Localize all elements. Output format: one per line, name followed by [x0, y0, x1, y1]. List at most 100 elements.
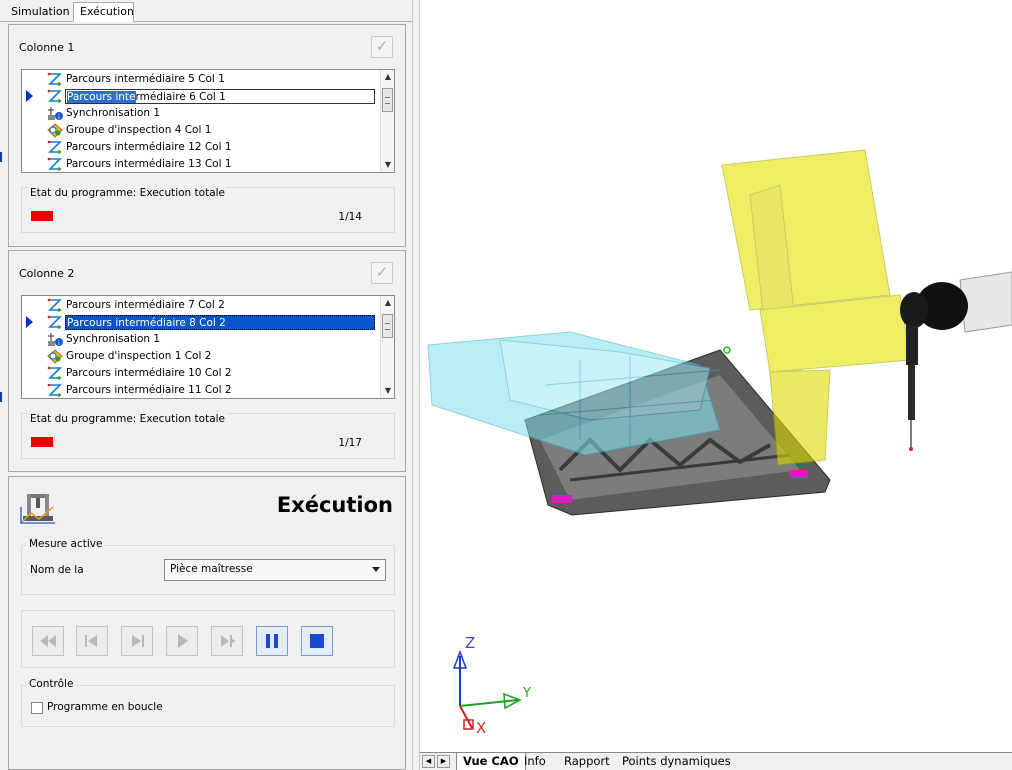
rewind-icon: [40, 635, 56, 647]
name-label: Nom de la: [30, 564, 84, 576]
active-measure-fieldset: Mesure active Nom de la Pièce maîtresse: [21, 538, 395, 595]
list-item[interactable]: i Synchronisation 1: [22, 331, 382, 348]
edge-marker: [0, 392, 2, 402]
pause-button[interactable]: [256, 626, 288, 656]
list-item[interactable]: Parcours intermédiaire 13 Col 1: [22, 156, 382, 172]
stop-button[interactable]: [301, 626, 333, 656]
inspection-group-icon: [47, 123, 63, 138]
scroll-down-icon[interactable]: ▼: [381, 158, 394, 172]
status-indicator: [31, 437, 53, 447]
path-icon: [47, 315, 62, 329]
column-1-step-list[interactable]: Parcours intermédiaire 5 Col 1 Parcours …: [21, 69, 395, 173]
list-scrollbar[interactable]: ▲ ▼: [380, 70, 394, 172]
list-item-current[interactable]: Parcours intermédiaire 8 Col 2: [22, 314, 382, 331]
scroll-up-icon[interactable]: ▲: [381, 70, 394, 84]
list-item-label: Parcours intermédiaire 12 Col 1: [66, 141, 232, 153]
execution-group: Exécution Mesure active Nom de la Pièce …: [8, 476, 406, 770]
scroll-up-icon[interactable]: ▲: [381, 296, 394, 310]
workpiece-model: [427, 331, 721, 456]
stop-icon: [310, 634, 324, 648]
axis-z-label: Z: [465, 634, 475, 652]
next-step-button[interactable]: [121, 626, 153, 656]
tab-points-dynamiques[interactable]: Points dynamiques: [616, 753, 737, 770]
list-item-label: Groupe d'inspection 4 Col 1: [66, 124, 212, 136]
edge-marker: [0, 152, 2, 162]
left-panel: Simulation Exécution Colonne 1 ✓ Parcour…: [0, 0, 412, 770]
scroll-thumb[interactable]: [382, 314, 393, 338]
sync-icon: i: [48, 333, 63, 347]
list-item[interactable]: Groupe d'inspection 4 Col 1: [22, 122, 382, 139]
cad-viewport[interactable]: Z Y X: [420, 0, 1012, 752]
tab-info[interactable]: Info: [518, 753, 552, 770]
axis-x-label: X: [476, 719, 486, 737]
chevron-down-icon: [372, 567, 380, 572]
scroll-down-icon[interactable]: ▼: [381, 384, 394, 398]
measure-name-value: Pièce maîtresse: [170, 563, 253, 575]
list-item-label: Parcours intermédiaire 11 Col 2: [66, 384, 232, 396]
control-legend: Contrôle: [26, 678, 77, 690]
scroll-thumb[interactable]: [382, 88, 393, 112]
list-item-label-rest: rmédiaire 6 Col 1: [135, 91, 226, 103]
check-icon: ✓: [375, 37, 389, 55]
list-item[interactable]: i Synchronisation 1: [22, 105, 382, 122]
tab-vue-cao[interactable]: Vue CAO: [456, 753, 526, 770]
active-measure-legend: Mesure active: [26, 538, 106, 550]
path-icon: [47, 366, 62, 380]
list-item-label: Synchronisation 1: [66, 107, 161, 119]
tab-rapport[interactable]: Rapport: [558, 753, 616, 770]
program-state-box: Etat du programme: Execution totale 1/14: [21, 187, 395, 233]
play-button[interactable]: [166, 626, 198, 656]
loop-program-checkbox[interactable]: [31, 702, 43, 714]
path-icon: [47, 157, 62, 171]
list-item-label: Parcours intermédiaire 5 Col 1: [66, 73, 225, 85]
list-item-label: Parcours intermédiaire 7 Col 2: [66, 299, 225, 311]
fast-forward-icon: [221, 635, 236, 647]
status-indicator: [31, 211, 53, 221]
panel-splitter[interactable]: [412, 0, 420, 770]
skip-first-icon: [85, 635, 97, 647]
target-point-icon: [723, 346, 731, 354]
list-item[interactable]: Parcours intermédiaire 10 Col 2: [22, 365, 382, 382]
list-item-label: Parcours intermédiaire 13 Col 1: [66, 158, 232, 170]
list-item[interactable]: Parcours intermédiaire 12 Col 1: [22, 139, 382, 156]
panel-tabs: Simulation Exécution: [0, 0, 412, 22]
fast-forward-button[interactable]: [211, 626, 243, 656]
play-icon: [178, 634, 188, 648]
list-item[interactable]: Groupe d'inspection 1 Col 2: [22, 348, 382, 365]
measure-name-select[interactable]: Pièce maîtresse: [164, 559, 386, 581]
list-item-current[interactable]: Parcours intermédiaire 6 Col 1: [22, 88, 382, 105]
list-item-label: Groupe d'inspection 1 Col 2: [66, 350, 212, 362]
column-2-title: Colonne 2: [19, 267, 75, 280]
check-icon: ✓: [375, 263, 389, 281]
axis-y-label: Y: [522, 686, 531, 701]
list-item[interactable]: Parcours intermédiaire 5 Col 1: [22, 71, 382, 88]
pause-icon: [266, 634, 278, 648]
loop-program-label: Programme en boucle: [47, 701, 163, 713]
first-step-button[interactable]: [76, 626, 108, 656]
column-2-validate-button[interactable]: ✓: [371, 262, 393, 284]
column-1-group: Colonne 1 ✓ Parcours intermédiaire 5 Col…: [8, 24, 406, 247]
list-item[interactable]: Parcours intermédiaire 7 Col 2: [22, 297, 382, 314]
path-icon: [47, 89, 62, 103]
inspection-group-icon: [47, 349, 63, 364]
current-step-arrow-icon: [26, 316, 33, 328]
list-scrollbar[interactable]: ▲ ▼: [380, 296, 394, 398]
rewind-button[interactable]: [32, 626, 64, 656]
program-state-label: Etat du programme: Execution totale: [28, 413, 228, 425]
step-counter: 1/14: [338, 211, 362, 223]
list-item[interactable]: Parcours intermédiaire 11 Col 2: [22, 382, 382, 398]
sync-icon: i: [48, 107, 63, 121]
tab-simulation[interactable]: Simulation: [4, 2, 72, 22]
path-icon: [47, 140, 62, 154]
list-item-label-highlight: Parcours inte: [67, 91, 136, 103]
cad-scene: Z Y X: [427, 149, 1012, 737]
list-item-label: Synchronisation 1: [66, 333, 161, 345]
column-2-step-list[interactable]: Parcours intermédiaire 7 Col 2 Parcours …: [21, 295, 395, 399]
list-item-label: Parcours intermédiaire 6 Col 1: [65, 89, 375, 104]
tab-scroll-left-icon[interactable]: ◀: [422, 755, 435, 768]
tab-execution[interactable]: Exécution: [73, 2, 134, 22]
list-item-label: Parcours intermédiaire 10 Col 2: [66, 367, 232, 379]
tab-scroll-right-icon[interactable]: ▶: [437, 755, 450, 768]
column-1-validate-button[interactable]: ✓: [371, 36, 393, 58]
probe-model: [900, 271, 1012, 451]
